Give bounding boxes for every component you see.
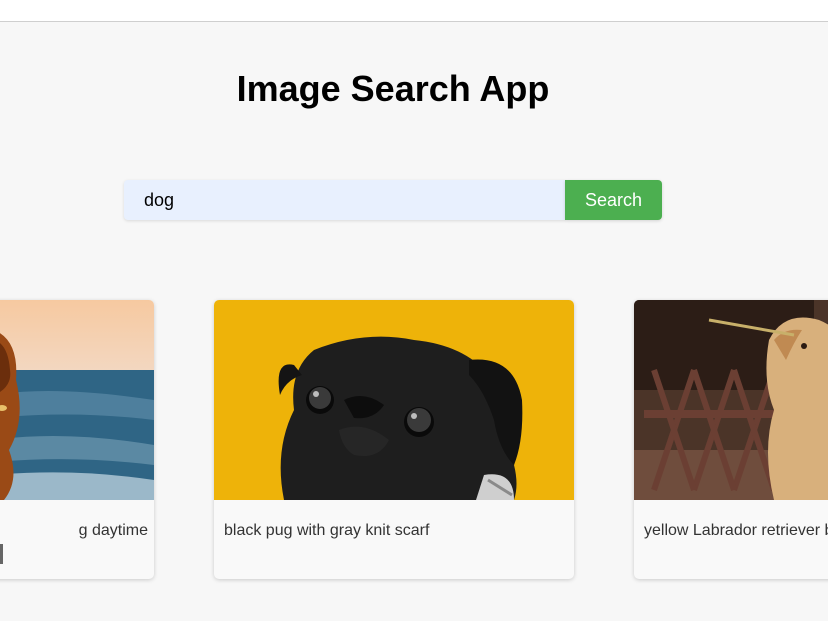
result-image-beach-dog[interactable] [0, 300, 154, 500]
result-caption: g daytime [78, 522, 148, 539]
app-viewport: Image Search App Search [0, 0, 828, 621]
partial-text-mark [0, 544, 3, 564]
search-button[interactable]: Search [565, 180, 662, 220]
golden-retriever-photo [634, 300, 828, 500]
result-caption: black pug with gray knit scarf [224, 522, 430, 539]
search-input[interactable] [124, 180, 565, 220]
result-card[interactable]: black pug with gray knit scarf [214, 300, 574, 579]
black-pug-photo [214, 300, 574, 500]
result-card[interactable]: g daytime [0, 300, 154, 579]
result-image-labrador[interactable] [634, 300, 828, 500]
result-caption: yellow Labrador retriever b flower [644, 522, 828, 539]
page-title: Image Search App [236, 68, 550, 109]
dog-on-beach-photo [0, 300, 154, 500]
browser-top-strip [0, 0, 828, 22]
result-image-pug[interactable] [214, 300, 574, 500]
result-card[interactable]: yellow Labrador retriever b flower [634, 300, 828, 579]
